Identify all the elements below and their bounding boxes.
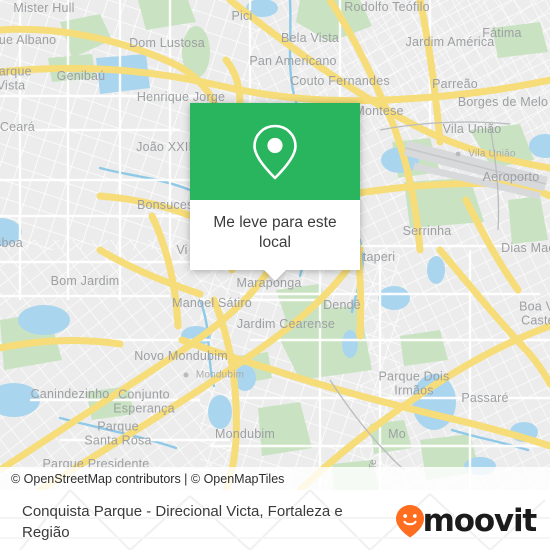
popup-pointer xyxy=(264,269,286,281)
map-poi-dot xyxy=(183,372,189,378)
location-title: Conquista Parque - Direcional Victa, For… xyxy=(22,503,343,541)
moovit-pin-smiley-icon xyxy=(395,505,424,538)
moovit-wordmark: moovit xyxy=(422,502,538,539)
popup-message: Me leve para este local xyxy=(213,214,337,252)
map-attribution[interactable]: © OpenStreetMap contributors | © OpenMap… xyxy=(0,467,550,490)
footer-bar: Conquista Parque - Direcional Victa, For… xyxy=(0,490,550,550)
popup-body: Me leve para este local xyxy=(190,200,360,270)
map-pin-icon xyxy=(253,124,297,179)
popup-header xyxy=(190,103,360,200)
take-me-here-popup[interactable]: Me leve para este local xyxy=(190,103,360,281)
moovit-map-screen: Te Mister Hull Pici Rodolfo Teófilo Bela Vi… xyxy=(0,0,550,550)
map-poi-dot xyxy=(455,151,461,157)
moovit-logo[interactable]: moovit xyxy=(395,502,538,539)
